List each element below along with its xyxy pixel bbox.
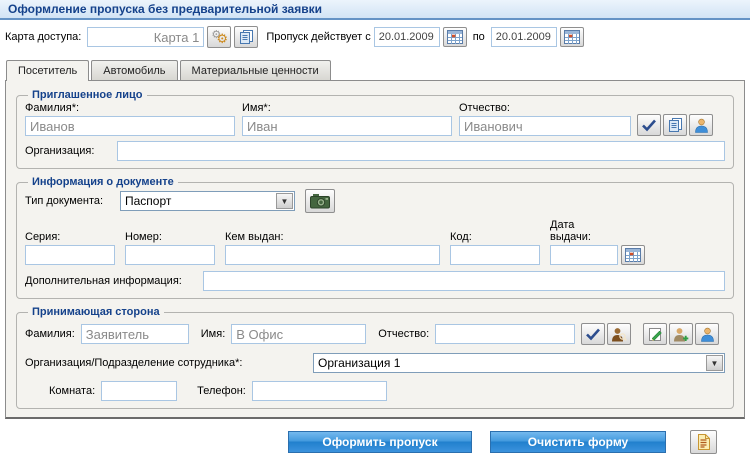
person-info-button[interactable] <box>695 323 719 345</box>
to-label: по <box>473 31 485 43</box>
camera-icon <box>310 193 330 209</box>
number-input[interactable] <box>125 245 215 265</box>
photo-button[interactable] <box>305 189 335 213</box>
copy-icon <box>239 29 254 45</box>
report-button[interactable] <box>690 430 717 454</box>
tab-materials[interactable]: Материальные ценности <box>180 60 331 80</box>
person-search-icon <box>611 327 627 342</box>
additional-info-label: Дополнительная информация: <box>25 275 203 287</box>
add-person-button[interactable] <box>669 323 693 345</box>
gears-icon: ⚙⚙ <box>210 29 228 46</box>
issued-by-input[interactable] <box>225 245 440 265</box>
issue-date-label: Дата выдачи: <box>550 219 618 243</box>
firstname-label: Имя*: <box>242 102 452 114</box>
host-org-label: Организация/Подразделение сотрудника*: <box>25 357 313 369</box>
calendar-icon <box>625 248 641 262</box>
validity-label: Пропуск действует с <box>266 31 370 43</box>
submit-pass-button[interactable]: Оформить пропуск <box>288 431 472 453</box>
code-input[interactable] <box>450 245 540 265</box>
lastname-label: Фамилия*: <box>25 102 235 114</box>
middlename-label: Отчество: <box>459 102 631 114</box>
copy-icon <box>668 117 683 133</box>
host-middlename-input[interactable] <box>435 324 575 344</box>
edit-person-button[interactable] <box>643 323 667 345</box>
calendar-icon <box>564 30 580 44</box>
document-icon <box>697 434 710 450</box>
copy-card-button[interactable] <box>234 26 258 48</box>
series-input[interactable] <box>25 245 115 265</box>
person-card-button[interactable] <box>689 114 713 136</box>
copy-person-button[interactable] <box>663 114 687 136</box>
tab-strip: Посетитель Автомобиль Материальные ценно… <box>6 60 750 80</box>
organization-label: Организация: <box>25 145 117 157</box>
issue-date-input[interactable] <box>550 245 618 265</box>
date-from-input[interactable] <box>374 27 440 47</box>
organization-input[interactable] <box>117 141 725 161</box>
additional-info-input[interactable] <box>203 271 725 291</box>
tab-vehicle[interactable]: Автомобиль <box>91 60 177 80</box>
host-org-value: Организация 1 <box>318 356 400 370</box>
phone-label: Телефон: <box>197 385 246 397</box>
document-info-fieldset: Информация о документе Тип документа: Па… <box>16 176 734 299</box>
date-to-input[interactable] <box>491 27 557 47</box>
page-title: Оформление пропуска без предварительной … <box>8 2 322 16</box>
room-input[interactable] <box>101 381 177 401</box>
host-org-select[interactable]: Организация 1 ▼ <box>313 353 725 373</box>
card-settings-button[interactable]: ⚙⚙ <box>207 26 231 48</box>
doc-type-label: Тип документа: <box>25 195 120 207</box>
date-to-calendar-button[interactable] <box>560 27 584 47</box>
check-icon <box>585 328 601 341</box>
person-icon <box>694 118 709 133</box>
receiving-party-fieldset: Принимающая сторона Фамилия: Имя: Отчест… <box>16 306 734 409</box>
phone-input[interactable] <box>252 381 387 401</box>
series-label: Серия: <box>25 231 115 243</box>
doc-type-value: Паспорт <box>125 194 171 208</box>
action-bar: Оформить пропуск Очистить форму <box>0 430 750 454</box>
edit-icon <box>648 327 663 342</box>
visitor-tab-panel: Приглашенное лицо Фамилия*: Имя*: Отчест… <box>5 80 745 419</box>
lastname-input[interactable] <box>25 116 235 136</box>
invited-person-legend: Приглашенное лицо <box>28 89 147 101</box>
host-firstname-input[interactable] <box>231 324 366 344</box>
find-person-button[interactable] <box>607 323 631 345</box>
middlename-input[interactable] <box>459 116 631 136</box>
tab-visitor[interactable]: Посетитель <box>6 60 89 81</box>
person-add-icon <box>673 327 689 342</box>
host-middlename-label: Отчество: <box>378 328 429 340</box>
card-access-input[interactable] <box>87 27 204 47</box>
date-from-calendar-button[interactable] <box>443 27 467 47</box>
title-bar: Оформление пропуска без предварительной … <box>0 0 750 20</box>
host-firstname-label: Имя: <box>201 328 225 340</box>
person-icon <box>700 327 715 342</box>
host-lastname-label: Фамилия: <box>25 328 75 340</box>
host-lastname-input[interactable] <box>81 324 189 344</box>
calendar-icon <box>447 30 463 44</box>
card-access-label: Карта доступа: <box>5 31 81 43</box>
chevron-down-icon: ▼ <box>706 355 723 371</box>
firstname-input[interactable] <box>242 116 452 136</box>
issue-date-calendar-button[interactable] <box>621 245 645 265</box>
number-label: Номер: <box>125 231 215 243</box>
issued-by-label: Кем выдан: <box>225 231 440 243</box>
confirm-host-button[interactable] <box>581 323 605 345</box>
invited-person-fieldset: Приглашенное лицо Фамилия*: Имя*: Отчест… <box>16 89 734 169</box>
confirm-person-button[interactable] <box>637 114 661 136</box>
code-label: Код: <box>450 231 540 243</box>
check-icon <box>641 119 657 132</box>
room-label: Комната: <box>49 385 95 397</box>
doc-type-select[interactable]: Паспорт ▼ <box>120 191 295 211</box>
receiving-party-legend: Принимающая сторона <box>28 306 164 318</box>
document-info-legend: Информация о документе <box>28 176 178 188</box>
chevron-down-icon: ▼ <box>276 193 293 209</box>
card-access-row: Карта доступа: ⚙⚙ Пропуск действует с по <box>0 20 750 52</box>
clear-form-button[interactable]: Очистить форму <box>490 431 666 453</box>
